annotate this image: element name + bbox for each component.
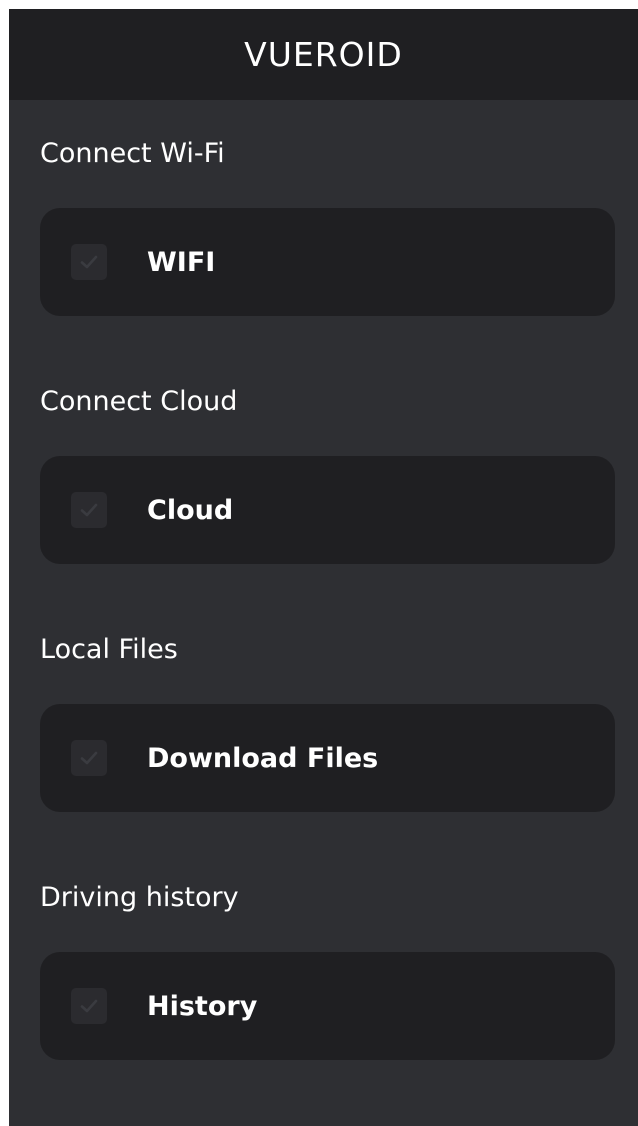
cloud-item[interactable]: Cloud <box>40 456 615 564</box>
wifi-checkbox[interactable] <box>71 244 107 280</box>
cloud-checkbox[interactable] <box>71 492 107 528</box>
download-files-label: Download Files <box>147 742 379 774</box>
wifi-item[interactable]: WIFI <box>40 208 615 316</box>
section-title-driving-history: Driving history <box>40 882 239 913</box>
check-icon <box>80 999 98 1013</box>
section-local-files: Local Files Download Files <box>40 629 615 812</box>
check-icon <box>80 503 98 517</box>
section-cloud: Connect Cloud Cloud <box>40 381 615 564</box>
app-screen: VUEROID Connect Wi-Fi WIFI Connect Cloud <box>9 9 638 1126</box>
main-content: Connect Wi-Fi WIFI Connect Cloud Cloud L… <box>9 133 638 1060</box>
download-files-item[interactable]: Download Files <box>40 704 615 812</box>
section-title-cloud: Connect Cloud <box>40 386 238 417</box>
check-icon <box>80 751 98 765</box>
history-label: History <box>147 990 258 1022</box>
section-title-wifi: Connect Wi-Fi <box>40 138 225 169</box>
history-item[interactable]: History <box>40 952 615 1060</box>
cloud-label: Cloud <box>147 494 234 526</box>
app-title: VUEROID <box>244 35 403 74</box>
section-title-local-files: Local Files <box>40 634 178 665</box>
download-files-checkbox[interactable] <box>71 740 107 776</box>
section-driving-history: Driving history History <box>40 877 615 1060</box>
section-wifi: Connect Wi-Fi WIFI <box>40 133 615 316</box>
history-checkbox[interactable] <box>71 988 107 1024</box>
check-icon <box>80 255 98 269</box>
app-header: VUEROID <box>9 9 638 100</box>
wifi-label: WIFI <box>147 246 216 278</box>
